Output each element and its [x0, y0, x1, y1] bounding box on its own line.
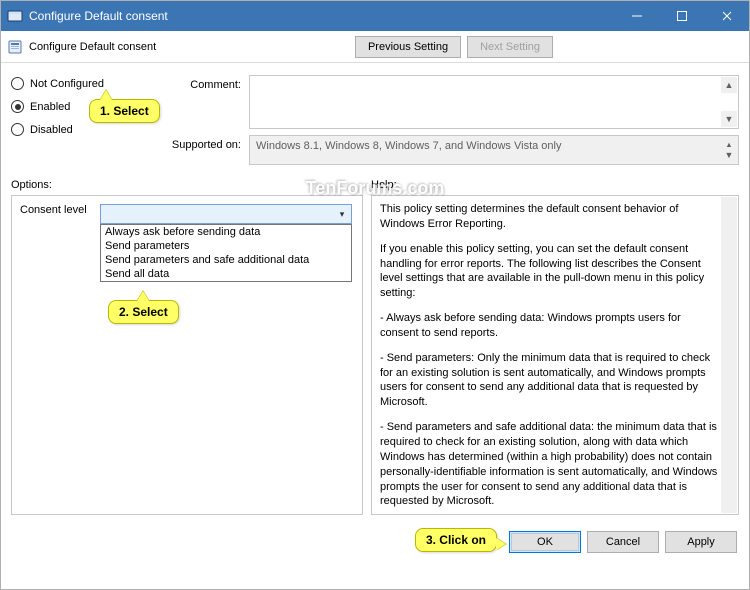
dropdown-option[interactable]: Send parameters — [101, 239, 351, 253]
help-label: Help: — [371, 179, 397, 191]
comment-label: Comment: — [165, 75, 245, 129]
radio-label: Not Configured — [30, 78, 104, 90]
app-icon — [7, 8, 23, 24]
cancel-button[interactable]: Cancel — [587, 531, 659, 553]
help-text: - Send parameters: Only the minimum data… — [380, 351, 720, 410]
consent-level-label: Consent level — [20, 204, 94, 216]
state-radios: Not Configured Enabled Disabled 1. Selec… — [11, 75, 161, 165]
callout-1: 1. Select — [89, 99, 160, 123]
section-labels: Options: Help: — [11, 179, 739, 191]
radio-not-configured[interactable]: Not Configured — [11, 77, 161, 90]
apply-button[interactable]: Apply — [665, 531, 737, 553]
header-title: Configure Default consent — [29, 41, 156, 53]
dropdown-option[interactable]: Always ask before sending data — [101, 225, 351, 239]
radio-label: Enabled — [30, 101, 70, 113]
close-button[interactable] — [704, 1, 749, 31]
scroll-down-icon: ▼ — [721, 147, 737, 163]
consent-level-select[interactable]: ▾ — [100, 204, 352, 224]
help-text: This policy setting determines the defau… — [380, 202, 720, 232]
options-label: Options: — [11, 179, 371, 191]
help-pane: This policy setting determines the defau… — [371, 195, 739, 515]
dropdown-option[interactable]: Send parameters and safe additional data — [101, 253, 351, 267]
radio-icon — [11, 123, 24, 136]
supported-label: Supported on: — [165, 135, 245, 165]
radio-icon — [11, 100, 24, 113]
window-title: Configure Default consent — [29, 9, 614, 23]
title-bar: Configure Default consent — [1, 1, 749, 31]
scroll-up-icon[interactable]: ▲ — [721, 77, 737, 93]
previous-setting-button[interactable]: Previous Setting — [355, 36, 461, 58]
help-text: - Send parameters and safe additional da… — [380, 420, 720, 509]
ok-button[interactable]: OK — [509, 531, 581, 553]
help-text: If you enable this policy setting, you c… — [380, 242, 720, 301]
next-setting-button: Next Setting — [467, 36, 553, 58]
consent-level-dropdown[interactable]: Always ask before sending data Send para… — [100, 224, 352, 282]
callout-3: 3. Click on — [415, 528, 497, 552]
radio-disabled[interactable]: Disabled — [11, 123, 161, 136]
header-row: Configure Default consent Previous Setti… — [1, 31, 749, 63]
supported-text: Windows 8.1, Windows 8, Windows 7, and W… — [256, 140, 561, 152]
state-area: Not Configured Enabled Disabled 1. Selec… — [11, 75, 739, 165]
maximize-button[interactable] — [659, 1, 704, 31]
scroll-down-icon[interactable]: ▼ — [721, 111, 737, 127]
chevron-down-icon: ▾ — [335, 207, 349, 221]
comment-input[interactable]: ▲ ▼ — [249, 75, 739, 129]
help-text: - Always ask before sending data: Window… — [380, 311, 720, 341]
options-pane: Consent level ▾ Always ask before sendin… — [11, 195, 363, 515]
supported-on-box: Windows 8.1, Windows 8, Windows 7, and W… — [249, 135, 739, 165]
help-scrollbar[interactable] — [721, 197, 737, 513]
policy-icon — [7, 39, 23, 55]
radio-icon — [11, 77, 24, 90]
radio-label: Disabled — [30, 124, 73, 136]
dialog-buttons: 3. Click on OK Cancel Apply — [1, 521, 749, 563]
dropdown-option[interactable]: Send all data — [101, 267, 351, 281]
minimize-button[interactable] — [614, 1, 659, 31]
callout-2: 2. Select — [108, 300, 179, 324]
